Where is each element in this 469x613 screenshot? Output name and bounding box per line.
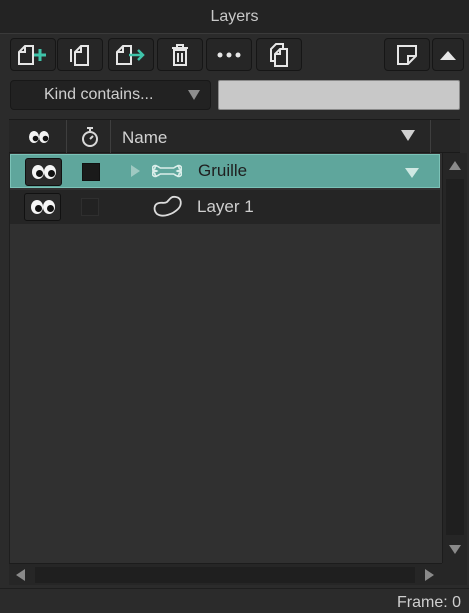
status-bar: Frame: 0 (0, 588, 469, 613)
column-separator (110, 120, 111, 154)
duplicate-page-icon (70, 44, 89, 66)
layer-list: Gruille Layer 1 (9, 153, 442, 563)
move-layer-arrow-icon (116, 44, 145, 65)
new-layer-button[interactable] (10, 38, 56, 71)
visibility-toggle[interactable] (25, 158, 62, 186)
copy-pages-icon (270, 42, 288, 67)
layer-row-layer-1[interactable]: Layer 1 (10, 190, 440, 224)
scroll-track[interactable] (35, 567, 415, 583)
scroll-track[interactable] (446, 179, 464, 535)
horizontal-scrollbar[interactable] (9, 563, 442, 585)
scrollbar-corner (442, 563, 467, 585)
trash-icon (172, 43, 188, 66)
scroll-right-icon[interactable] (425, 569, 434, 581)
scroll-up-icon[interactable] (449, 161, 461, 170)
layer-name[interactable]: Layer 1 (197, 197, 254, 217)
more-options-button[interactable] (206, 38, 252, 71)
move-layer-button[interactable] (108, 38, 154, 71)
column-header: Name (9, 119, 460, 154)
chevron-down-icon[interactable] (401, 130, 415, 141)
name-column-header[interactable]: Name (122, 128, 167, 148)
kind-filter-label: Kind contains... (44, 86, 154, 103)
layer-search-input[interactable] (218, 80, 460, 110)
panel-title: Layers (0, 0, 469, 34)
eyes-icon (32, 165, 56, 179)
layer-mask-button[interactable] (384, 38, 430, 71)
collapse-panel-button[interactable] (432, 38, 464, 71)
ellipsis-icon (217, 52, 241, 57)
layers-panel: Layers Kind contains... Name Gruille Lay… (0, 0, 469, 613)
filter-row: Kind contains... (0, 78, 469, 114)
chevron-down-icon[interactable] (405, 168, 419, 178)
frame-counter: Frame: 0 (396, 594, 461, 611)
column-separator (430, 120, 431, 154)
duplicate-layer-button[interactable] (57, 38, 103, 71)
layer-checkbox[interactable] (81, 198, 99, 216)
eyes-icon (31, 200, 55, 214)
visibility-toggle[interactable] (24, 193, 61, 221)
kind-filter-dropdown[interactable]: Kind contains... (10, 80, 211, 110)
stopwatch-icon[interactable] (80, 126, 100, 148)
new-layer-plus-icon (18, 44, 46, 65)
column-separator (66, 120, 67, 154)
scroll-down-icon[interactable] (449, 545, 461, 554)
layer-row-gruille[interactable]: Gruille (10, 154, 440, 188)
expand-triangle-icon[interactable] (131, 165, 140, 177)
layer-checkbox[interactable] (82, 163, 100, 181)
layers-toolbar (0, 34, 469, 74)
panel-title-text: Layers (210, 7, 259, 25)
blob-shape-icon (153, 195, 182, 217)
chevron-up-icon (440, 50, 456, 60)
scroll-left-icon[interactable] (16, 569, 25, 581)
layer-name[interactable]: Gruille (198, 161, 247, 181)
eyes-icon[interactable] (28, 130, 50, 144)
delete-layer-button[interactable] (157, 38, 203, 71)
page-corner-icon (397, 44, 417, 65)
vertical-scrollbar[interactable] (442, 153, 467, 563)
chevron-down-icon (188, 90, 200, 100)
bone-icon (152, 164, 182, 178)
copy-layer-button[interactable] (256, 38, 302, 71)
